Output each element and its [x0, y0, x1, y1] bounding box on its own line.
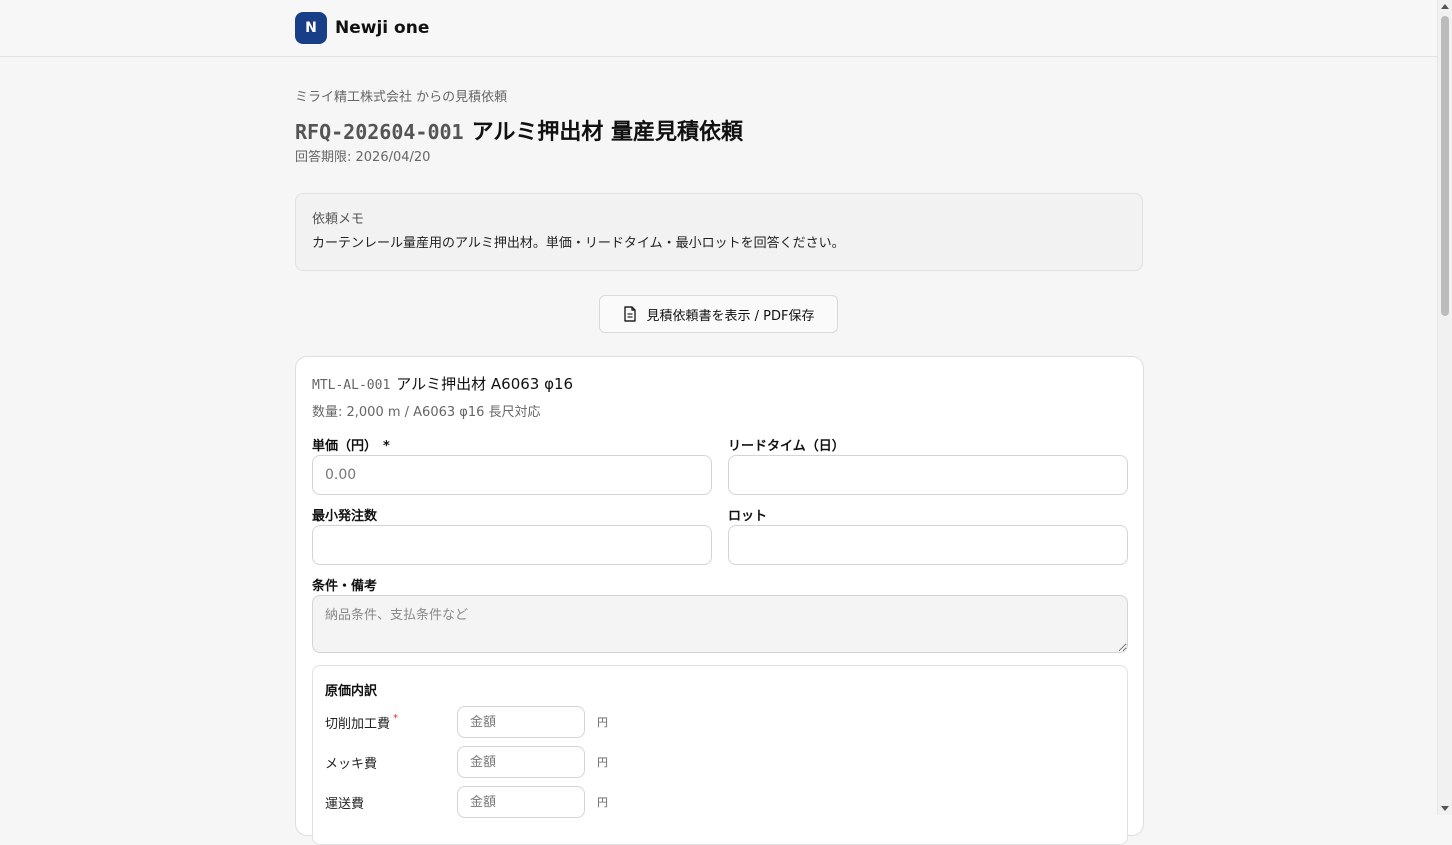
shipping-cost-input[interactable] [457, 786, 585, 818]
cost-label: 切削加工費 * [325, 713, 457, 732]
cost-row-plating: メッキ費 円 [325, 746, 608, 778]
lead-time-label: リードタイム（日） [728, 439, 845, 454]
notes-textarea[interactable] [312, 595, 1128, 653]
main-content: ミライ精工株式会社 からの見積依頼 RFQ-202604-001 アルミ押出材 … [295, 88, 1144, 845]
required-mark: * [383, 439, 390, 454]
cost-row-machining: 切削加工費* 円 [325, 706, 608, 738]
cost-row-shipping: 運送費 円 [325, 786, 608, 818]
rfq-title: アルミ押出材 量産見積依頼 [471, 120, 744, 145]
cost-breakdown: 原価内訳 切削加工費* 円 メッキ費 円 運送費 円 [312, 665, 1128, 845]
unit-price-input[interactable] [312, 455, 712, 495]
memo-text: カーテンレール量産用のアルミ押出材。単価・リードタイム・最小ロットを回答ください… [312, 236, 845, 251]
page-title: RFQ-202604-001 アルミ押出材 量産見積依頼 [295, 114, 1143, 145]
page-scrollbar[interactable] [1437, 0, 1452, 815]
top-header: N Newji one [0, 0, 1437, 57]
item-card: MTL-AL-001 アルミ押出材 A6063 φ16 数量: 2,000 m … [295, 356, 1144, 845]
brand-logo: N [295, 12, 327, 44]
memo-label: 依頼メモ [312, 212, 365, 227]
min-order-label: 最小発注数 [312, 509, 378, 524]
lead-time-input[interactable] [728, 455, 1128, 495]
machining-cost-input[interactable] [457, 706, 585, 738]
document-icon [623, 306, 637, 322]
unit-price-label: 単価（円） * [312, 435, 390, 454]
rfq-code: RFQ-202604-001 [295, 120, 464, 144]
required-mark: * [393, 712, 399, 724]
scroll-down-arrow-icon[interactable] [1441, 806, 1449, 811]
view-pdf-button-label: 見積依頼書を表示 / PDF保存 [646, 308, 815, 324]
min-order-input[interactable] [312, 525, 712, 565]
cost-label-text: 切削加工費 [325, 716, 391, 732]
brand-name: Newji one [335, 18, 430, 38]
cost-unit: 円 [597, 756, 608, 769]
cost-unit: 円 [597, 716, 608, 729]
plating-cost-input[interactable] [457, 746, 585, 778]
requester-line: ミライ精工株式会社 からの見積依頼 [295, 90, 508, 105]
item-quantity: 数量: 2,000 m / A6063 φ16 長尺対応 [312, 405, 541, 420]
view-pdf-button[interactable]: 見積依頼書を表示 / PDF保存 [599, 295, 838, 333]
scrollbar-thumb[interactable] [1441, 16, 1449, 316]
scroll-up-arrow-icon[interactable] [1441, 4, 1449, 9]
lot-label: ロット [728, 509, 768, 524]
item-code: MTL-AL-001 [312, 378, 391, 393]
lot-input[interactable] [728, 525, 1128, 565]
cost-unit: 円 [597, 796, 608, 809]
item-name: アルミ押出材 A6063 φ16 [396, 375, 574, 393]
cost-label: メッキ費 [325, 756, 378, 772]
cost-breakdown-title: 原価内訳 [325, 684, 378, 699]
brand[interactable]: N Newji one [295, 12, 429, 44]
notes-label: 条件・備考 [312, 579, 378, 594]
request-memo: 依頼メモ カーテンレール量産用のアルミ押出材。単価・リードタイム・最小ロットを回… [295, 193, 1143, 271]
item-header: MTL-AL-001 アルミ押出材 A6063 φ16 [312, 373, 573, 394]
cost-label: 運送費 [325, 796, 365, 812]
response-deadline: 回答期限: 2026/04/20 [295, 150, 431, 165]
unit-price-label-text: 単価（円） [312, 439, 378, 454]
